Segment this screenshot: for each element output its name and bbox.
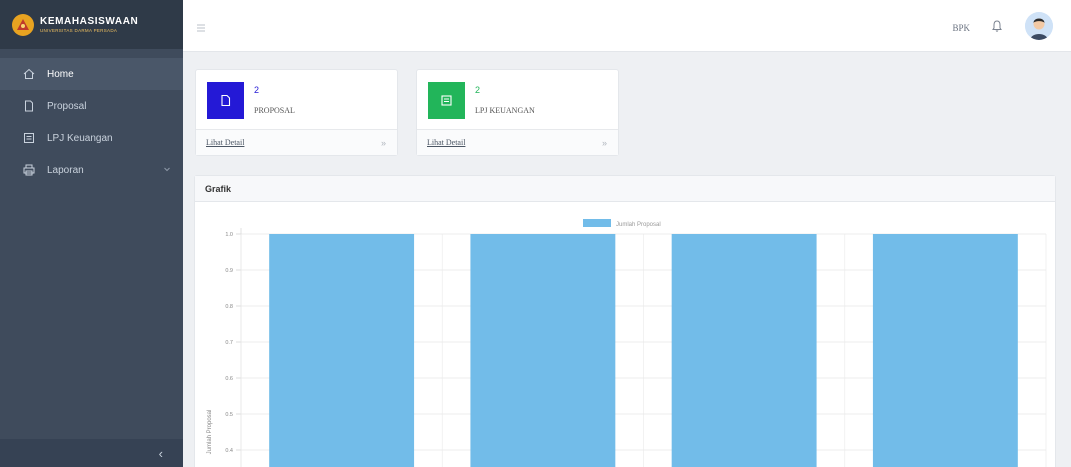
y-tick-label: 0.7 (225, 340, 233, 346)
y-axis-label: Jumlah Proposal (207, 410, 213, 455)
sidebar-item-proposal[interactable]: Proposal (0, 90, 183, 122)
avatar[interactable] (1025, 12, 1053, 40)
bar (872, 234, 1018, 467)
book-icon (23, 132, 35, 144)
sidebar-collapse-button[interactable]: ‹ (0, 439, 183, 467)
sidebar-item-label: Home (47, 68, 74, 80)
card-icon-box (428, 82, 465, 119)
legend-label: Jumlah Proposal (616, 222, 661, 228)
sidebar-item-lpj-keuangan[interactable]: LPJ Keuangan (0, 122, 183, 154)
bar (671, 234, 817, 467)
card-footer[interactable]: Lihat Detail » (196, 129, 397, 155)
bar (269, 234, 415, 467)
y-tick-label: 0.5 (225, 412, 233, 418)
sidebar: KEMAHASISWAAN UNIVERSITAS DARMA PERSADA … (0, 0, 183, 467)
document-icon (23, 100, 35, 112)
sidebar-item-label: LPJ Keuangan (47, 132, 113, 144)
brand[interactable]: KEMAHASISWAAN UNIVERSITAS DARMA PERSADA (0, 0, 183, 49)
hamburger-icon[interactable] (197, 24, 205, 32)
stat-card-proposal: 2 PROPOSAL Lihat Detail » (195, 69, 398, 156)
y-tick-label: 1.0 (225, 232, 233, 238)
university-logo-icon (12, 13, 34, 36)
y-tick-label: 0.8 (225, 304, 233, 310)
card-footer[interactable]: Lihat Detail » (417, 129, 618, 155)
stat-card-lpj-keuangan: 2 LPJ KEUANGAN Lihat Detail » (416, 69, 619, 156)
lihat-detail-link[interactable]: Lihat Detail (206, 138, 244, 147)
card-label: PROPOSAL (254, 106, 295, 115)
y-tick-label: 0.6 (225, 376, 233, 382)
sidebar-item-home[interactable]: Home (0, 58, 183, 90)
lihat-detail-link[interactable]: Lihat Detail (427, 138, 465, 147)
sidebar-item-label: Proposal (47, 100, 87, 112)
home-icon (23, 68, 35, 80)
bar (470, 234, 616, 467)
double-chevron-right-icon: » (380, 137, 386, 148)
user-name[interactable]: BPK (952, 23, 970, 33)
chart-panel: Grafik Jumlah Proposal 1.0 0.9 0.8 0.7 0.6 0.5… (194, 175, 1056, 467)
document-icon (221, 94, 231, 107)
chevron-left-icon: ‹ (158, 445, 163, 461)
legend-swatch (583, 219, 611, 227)
card-count: 2 (475, 85, 481, 95)
y-tick-label: 0.9 (225, 268, 233, 274)
printer-icon (23, 164, 35, 176)
brand-subtitle: UNIVERSITAS DARMA PERSADA (40, 28, 118, 33)
sidebar-item-label: Laporan (47, 164, 84, 176)
bell-icon[interactable] (990, 19, 1004, 33)
avatar-icon (1025, 12, 1053, 40)
double-chevron-right-icon: » (601, 137, 607, 148)
topbar: BPK (183, 0, 1071, 52)
chevron-down-icon (164, 167, 170, 172)
sidebar-nav: Home Proposal LPJ Keuangan Laporan (0, 58, 183, 186)
card-label: LPJ KEUANGAN (475, 106, 535, 115)
y-tick-label: 0.4 (225, 448, 233, 454)
book-icon (441, 95, 452, 106)
card-count: 2 (254, 85, 260, 95)
bar-chart: Jumlah Proposal 1.0 0.9 0.8 0.7 0.6 0.5 0.4 Juml… (207, 219, 1047, 467)
brand-title: KEMAHASISWAAN (40, 16, 139, 27)
sidebar-item-laporan[interactable]: Laporan (0, 154, 183, 186)
card-icon-box (207, 82, 244, 119)
